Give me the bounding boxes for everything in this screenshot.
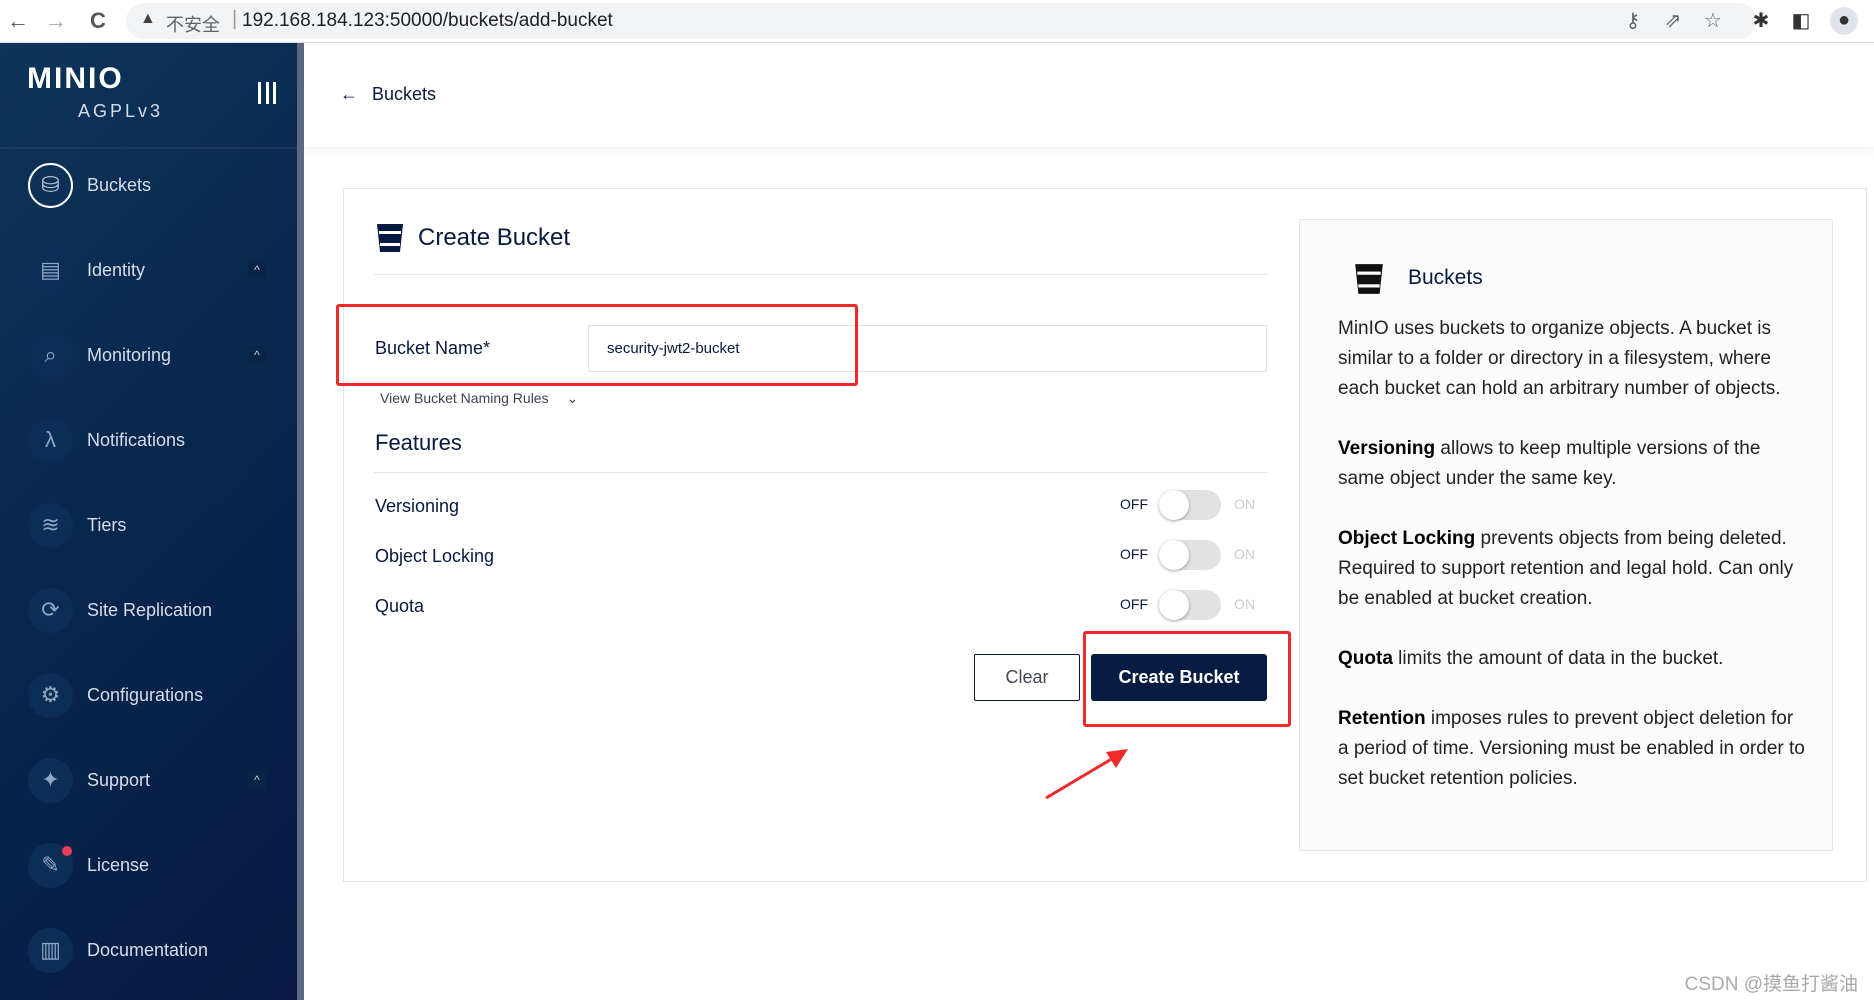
toggle-off-label: OFF [1120,496,1148,512]
toggle-off-label: OFF [1120,596,1148,612]
separator: | [232,8,238,30]
reload-icon[interactable]: C [83,6,113,36]
help-intro: MinIO uses buckets to organize objects. … [1338,318,1781,399]
forward-icon[interactable]: → [41,6,71,36]
help-object-locking: Object Locking prevents objects from bei… [1338,524,1808,614]
feature-toggle[interactable] [1159,590,1221,620]
help-versioning: Versioning allows to keep multiple versi… [1338,434,1808,494]
term: Quota [1338,648,1393,669]
sidebar-item-configurations[interactable]: ⚙ Configurations [0,660,297,730]
license-tag: AGPLv3 [78,101,164,121]
features-divider [374,472,1267,473]
chevron-up-icon[interactable]: ^ [248,346,266,364]
bucket-icon [376,222,404,254]
bucket-icon [1354,262,1383,294]
sidebar-item-label: Monitoring [87,344,172,365]
support-icon: ✦ [28,757,73,803]
annotation-box-name [336,304,858,386]
help-title-text: Buckets [1408,266,1483,289]
notification-dot [62,846,72,856]
back-to-buckets-link[interactable]: ← Buckets [340,84,436,105]
toggle-on-label: ON [1234,546,1255,562]
clear-button[interactable]: Clear [974,654,1080,701]
page-title-text: Create Bucket [418,224,571,251]
extensions-icon[interactable]: ✱ [1748,8,1774,34]
desc: limits the amount of data in the bucket. [1392,648,1724,669]
insecure-label: 不安全 [166,15,220,35]
sidebar-item-support[interactable]: ✦ Support ^ [0,745,297,815]
back-arrow-icon: ← [340,84,358,104]
share-icon[interactable]: ⇗ [1660,8,1686,34]
toggle-on-label: ON [1234,596,1255,612]
url-text[interactable]: 192.168.184.123:50000/buckets/add-bucket [242,10,613,32]
monitor-search-icon: ⌕ [28,332,73,378]
toggle-off-label: OFF [1120,546,1148,562]
gear-icon: ⚙ [28,672,73,718]
layers-icon: ≋ [28,502,73,548]
browser-toolbar: ← → C ▲ 不安全 | 192.168.184.123:50000/buck… [0,0,1874,43]
sidebar-item-documentation[interactable]: ▥ Documentation [0,915,297,985]
annotation-box-create [1083,631,1291,727]
term: Retention [1338,708,1426,729]
sidebar-item-label: License [87,854,150,875]
term: Object Locking [1338,528,1476,549]
address-bar[interactable]: ▲ 不安全 | 192.168.184.123:50000/buckets/ad… [126,3,1756,39]
features-heading: Features [375,430,462,455]
sidebar-item-label: Site Replication [87,599,213,620]
naming-rules-text: View Bucket Naming Rules [380,390,549,406]
sidebar-item-tiers[interactable]: ≋ Tiers [0,490,297,560]
help-quota: Quota limits the amount of data in the b… [1338,644,1808,674]
sidebar-item-identity[interactable]: ▤ Identity ^ [0,235,297,305]
sidebar-item-site-replication[interactable]: ⟳ Site Replication [0,575,297,645]
minio-logo: MINIO [27,62,124,95]
lambda-icon: λ [28,417,73,463]
document-icon: ▥ [28,927,73,973]
sidebar-item-label: Documentation [87,939,209,960]
view-naming-rules-link[interactable]: View Bucket Naming Rules ⌄ [380,390,578,407]
title-divider [374,274,1267,275]
feature-toggle[interactable] [1159,490,1221,520]
page-title: Create Bucket [376,222,570,254]
term: Versioning [1338,438,1436,459]
sync-icon: ⟳ [28,587,73,633]
key-icon[interactable]: ⚷ [1620,8,1646,34]
sidebar-divider [0,147,297,149]
profile-icon[interactable]: ● [1830,7,1858,35]
chevron-up-icon[interactable]: ^ [248,261,266,279]
annotation-arrow-icon [1045,749,1128,800]
breadcrumb: Buckets [372,84,437,104]
sidebar-item-label: Tiers [87,514,127,535]
feature-toggle[interactable] [1159,540,1221,570]
bucket-icon: ⛁ [28,162,73,208]
sidepanel-icon[interactable]: ◧ [1788,8,1814,34]
page-header [304,43,1874,147]
feature-label: Versioning [375,496,460,516]
star-icon[interactable]: ☆ [1700,8,1726,34]
id-card-icon: ▤ [28,247,73,293]
feature-label: Object Locking [375,546,495,566]
sidebar-item-label: Notifications [87,429,186,450]
toggle-on-label: ON [1234,496,1255,512]
sidebar-item-buckets[interactable]: ⛁ Buckets [0,150,297,220]
chevron-down-icon: ⌄ [566,390,579,406]
help-title: Buckets [1354,262,1483,294]
feature-label: Quota [375,596,425,616]
sidebar-scrollbar[interactable] [297,43,304,1000]
back-icon[interactable]: ← [3,6,33,36]
sidebar-item-license[interactable]: ✎ License [0,830,297,900]
watermark: CSDN @摸鱼打酱油 [1684,974,1858,995]
sidebar-item-notifications[interactable]: λ Notifications [0,405,297,475]
menu-toggle-icon[interactable] [258,82,276,104]
sidebar-item-label: Buckets [87,174,152,195]
sidebar-item-monitoring[interactable]: ⌕ Monitoring ^ [0,320,297,390]
sidebar-item-label: Identity [87,259,146,280]
sidebar-item-label: Configurations [87,684,204,705]
sidebar-item-label: Support [87,769,151,790]
help-retention: Retention imposes rules to prevent objec… [1338,704,1808,794]
warning-icon: ▲ [140,10,156,27]
chevron-up-icon[interactable]: ^ [248,771,266,789]
